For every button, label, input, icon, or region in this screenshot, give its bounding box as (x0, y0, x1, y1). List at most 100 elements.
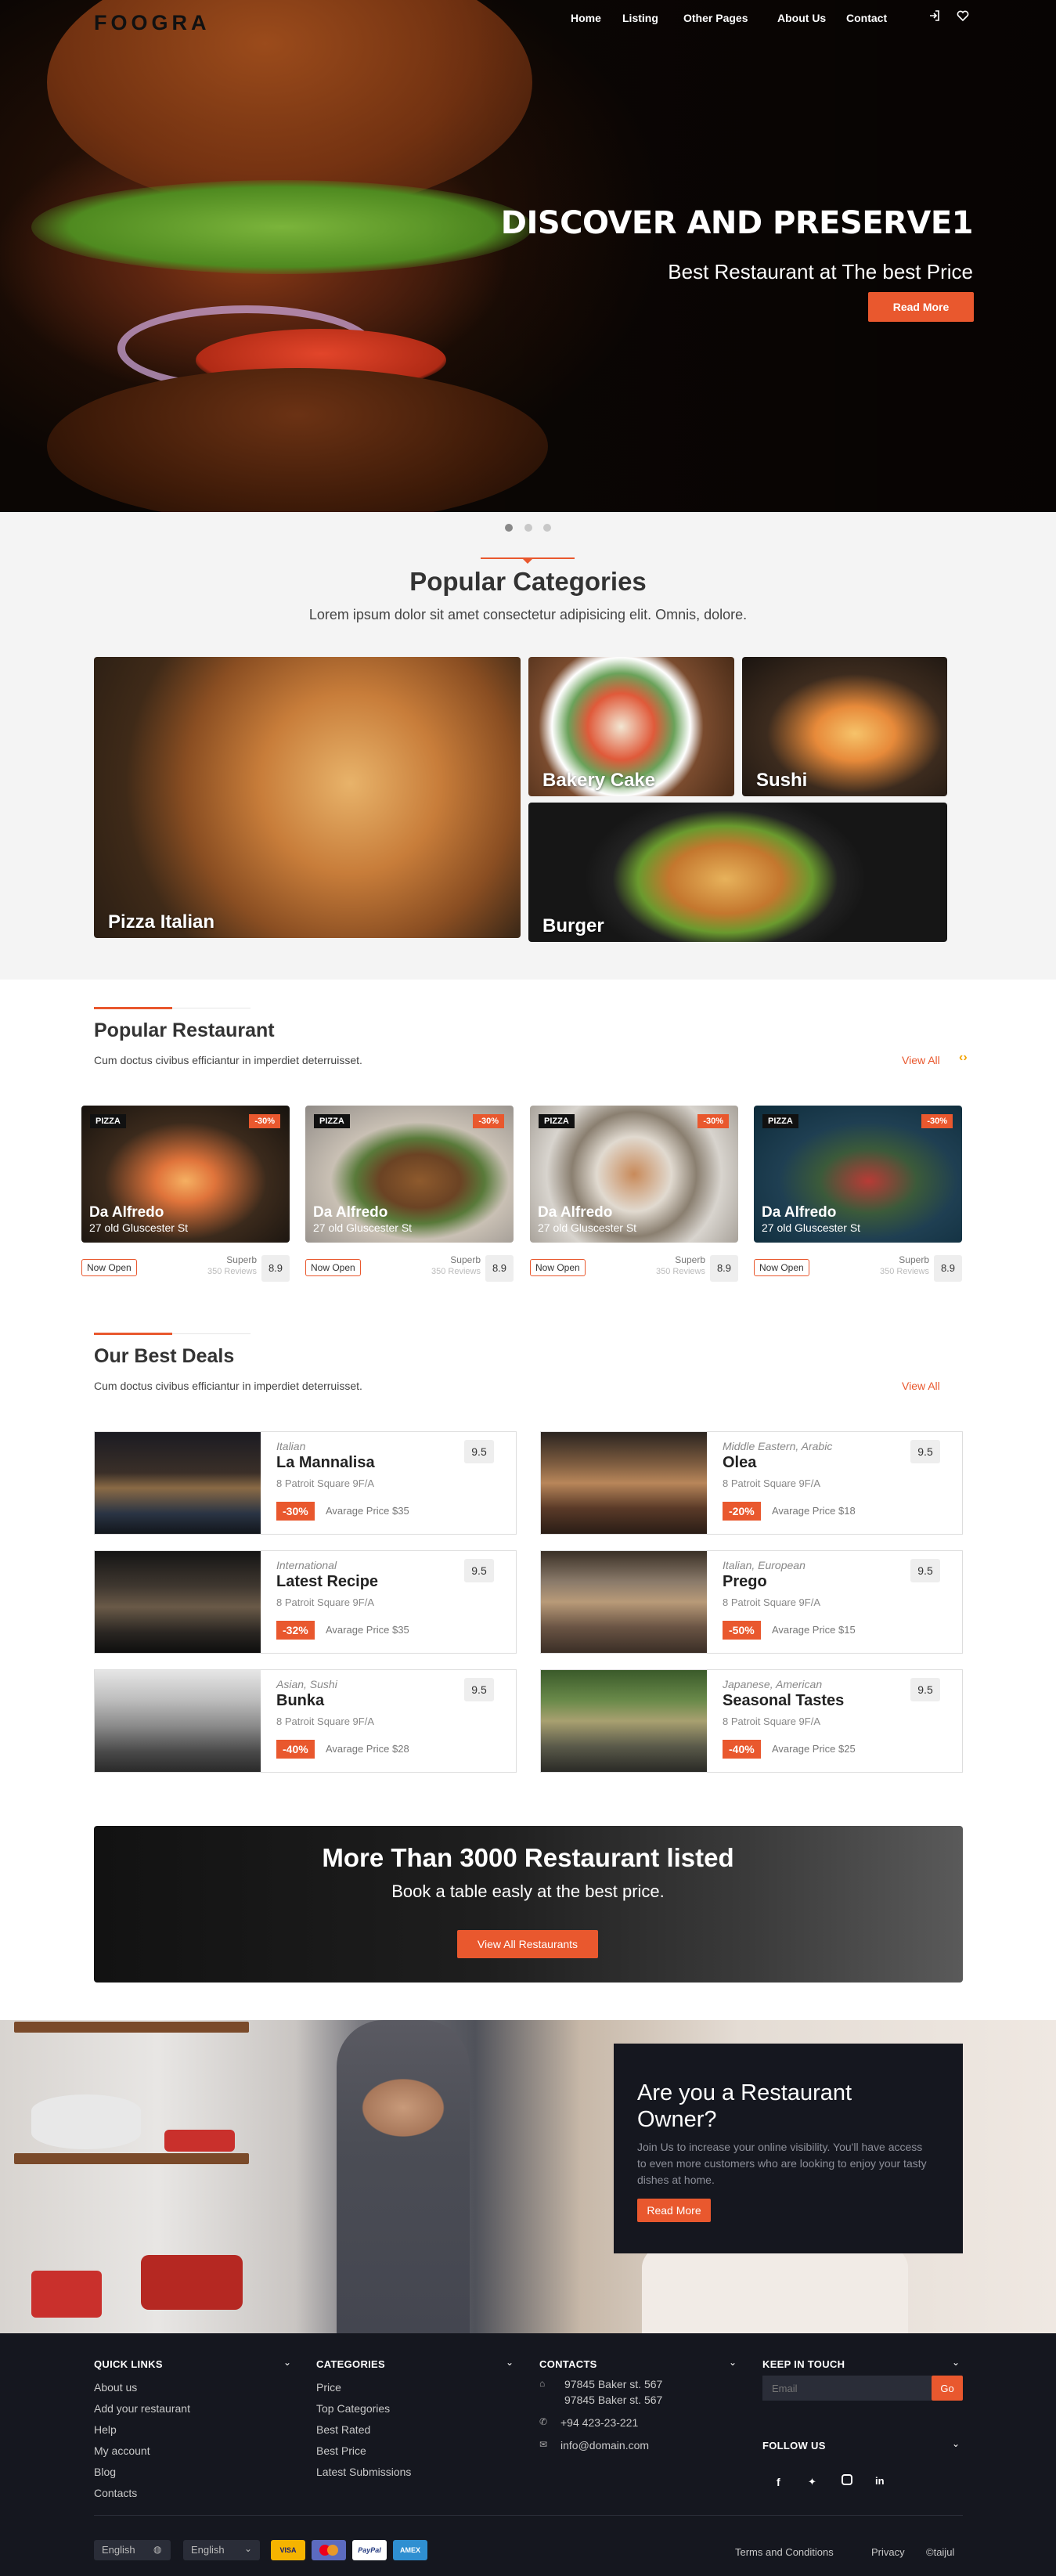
deal-name: Prego (723, 1573, 767, 1590)
category-tag: PIZZA (762, 1114, 798, 1128)
open-status: Now Open (81, 1259, 137, 1276)
chevron-down-icon[interactable]: ⌄ (283, 2357, 291, 2368)
privacy-link[interactable]: Privacy (871, 2546, 905, 2558)
deal-image (95, 1432, 261, 1534)
restaurant-card[interactable]: PIZZA -30% Da Alfredo 27 old Gluscester … (754, 1106, 962, 1286)
restaurant-name: Da Alfredo (313, 1204, 388, 1221)
contact-email[interactable]: info@domain.com (560, 2439, 649, 2452)
hero-read-more-button[interactable]: Read More (868, 292, 974, 322)
deal-card[interactable]: International Latest Recipe 8 Patroit Sq… (94, 1550, 517, 1654)
footer-link-help[interactable]: Help (94, 2423, 117, 2436)
category-label: Bakery Cake (542, 770, 656, 791)
site-logo[interactable]: FOOGRA (94, 11, 211, 35)
deal-average-price: Avarage Price $35 (326, 1624, 409, 1636)
footer-link-top-categories[interactable]: Top Categories (316, 2402, 390, 2415)
deal-name: Latest Recipe (276, 1573, 379, 1590)
footer-categories-title: CATEGORIES (316, 2358, 385, 2370)
category-label: Sushi (756, 770, 808, 791)
deal-address: 8 Patroit Square 9F/A (723, 1596, 821, 1608)
quality-label: Superb (226, 1254, 257, 1265)
wishlist-heart-icon[interactable] (954, 9, 971, 27)
footer-link-add-restaurant[interactable]: Add your restaurant (94, 2402, 190, 2415)
quality-label: Superb (899, 1254, 929, 1265)
restaurant-card[interactable]: PIZZA -30% Da Alfredo 27 old Gluscester … (305, 1106, 514, 1286)
reviews-count: 350 Reviews (207, 1267, 257, 1276)
mastercard-icon (312, 2540, 346, 2560)
deal-image (541, 1432, 707, 1534)
banner-title: More Than 3000 Restaurant listed (322, 1843, 734, 1872)
deal-card[interactable]: Middle Eastern, Arabic Olea 8 Patroit Sq… (540, 1431, 963, 1535)
deal-average-price: Avarage Price $18 (772, 1505, 856, 1517)
discount-badge: -30% (249, 1114, 280, 1128)
popular-view-all-link[interactable]: View All (902, 1054, 940, 1066)
footer-link-about[interactable]: About us (94, 2381, 137, 2394)
restaurant-address: 27 old Gluscester St (762, 1221, 861, 1234)
quality-label: Superb (450, 1254, 481, 1265)
view-all-restaurants-button[interactable]: View All Restaurants (457, 1930, 598, 1958)
instagram-icon[interactable] (842, 2474, 852, 2485)
deal-address: 8 Patroit Square 9F/A (276, 1596, 375, 1608)
nav-contact[interactable]: Contact (846, 12, 887, 24)
nav-listing[interactable]: Listing (622, 12, 658, 24)
globe-icon: ◍ (153, 2544, 162, 2555)
deal-discount-badge: -32% (276, 1621, 315, 1640)
owner-read-more-button[interactable]: Read More (637, 2199, 711, 2222)
open-status: Now Open (530, 1259, 586, 1276)
deal-average-price: Avarage Price $28 (326, 1743, 409, 1755)
newsletter-go-button[interactable]: Go (932, 2376, 963, 2401)
footer-link-best-rated[interactable]: Best Rated (316, 2423, 370, 2436)
nav-about-us[interactable]: About Us (777, 12, 826, 24)
slider-dot-1[interactable] (505, 524, 513, 532)
banner-subtitle: Book a table easly at the best price. (391, 1881, 665, 1901)
deal-discount-badge: -20% (723, 1502, 761, 1521)
owner-card: Are you a Restaurant Owner? Join Us to i… (614, 2044, 963, 2253)
reviews-count: 350 Reviews (431, 1267, 481, 1276)
hero-title: DISCOVER AND PRESERVE1 (500, 205, 974, 241)
category-tag: PIZZA (539, 1114, 575, 1128)
category-tile-bakery-cake[interactable]: Bakery Cake (528, 657, 734, 796)
footer-link-blog[interactable]: Blog (94, 2466, 116, 2478)
restaurant-card[interactable]: PIZZA -30% Da Alfredo 27 old Gluscester … (530, 1106, 738, 1286)
chevron-down-icon[interactable]: ⌄ (729, 2357, 737, 2368)
deal-score-badge: 9.5 (910, 1559, 940, 1582)
footer-link-price[interactable]: Price (316, 2381, 341, 2394)
section-divider (94, 1333, 172, 1335)
footer-link-contacts[interactable]: Contacts (94, 2487, 137, 2499)
nav-home[interactable]: Home (571, 12, 601, 24)
category-label: Pizza Italian (108, 911, 215, 933)
category-tile-pizza-italian[interactable]: Pizza Italian (94, 657, 521, 938)
category-tile-burger[interactable]: Burger (528, 803, 947, 942)
category-tag: PIZZA (90, 1114, 126, 1128)
footer-link-account[interactable]: My account (94, 2444, 150, 2457)
carousel-arrows-icon[interactable]: ‹› (959, 1051, 968, 1065)
deal-average-price: Avarage Price $35 (326, 1505, 409, 1517)
category-label: Burger (542, 915, 604, 936)
footer-link-latest-submissions[interactable]: Latest Submissions (316, 2466, 411, 2478)
deal-card[interactable]: Japanese, American Seasonal Tastes 8 Pat… (540, 1669, 963, 1773)
chevron-down-icon[interactable]: ⌄ (506, 2357, 514, 2368)
category-tile-sushi[interactable]: Sushi (742, 657, 947, 796)
deal-card[interactable]: Asian, Sushi Bunka 8 Patroit Square 9F/A… (94, 1669, 517, 1773)
newsletter-email-input[interactable] (762, 2376, 932, 2401)
footer-link-best-price[interactable]: Best Price (316, 2444, 366, 2457)
restaurant-card[interactable]: PIZZA -30% Da Alfredo 27 old Gluscester … (81, 1106, 290, 1286)
popular-restaurant-subtitle: Cum doctus civibus efficiantur in imperd… (94, 1054, 362, 1066)
deal-discount-badge: -30% (276, 1502, 315, 1521)
deal-card[interactable]: Italian La Mannalisa 8 Patroit Square 9F… (94, 1431, 517, 1535)
linkedin-icon[interactable]: in (875, 2475, 885, 2487)
deal-card[interactable]: Italian, European Prego 8 Patroit Square… (540, 1550, 963, 1654)
chevron-down-icon[interactable]: ⌄ (952, 2438, 960, 2449)
language-select[interactable]: English ◍ (94, 2540, 171, 2560)
deal-cuisine: Italian (276, 1440, 306, 1452)
nav-other-pages[interactable]: Other Pages (683, 12, 748, 24)
language-select-2[interactable]: English ⌄ (183, 2540, 260, 2560)
terms-link[interactable]: Terms and Conditions (735, 2546, 834, 2558)
slider-dot-2[interactable] (524, 524, 532, 532)
deal-address: 8 Patroit Square 9F/A (276, 1477, 375, 1489)
deals-view-all-link[interactable]: View All (902, 1380, 940, 1392)
twitter-icon[interactable]: ✦ (808, 2476, 816, 2488)
facebook-icon[interactable]: f (777, 2476, 780, 2488)
slider-dot-3[interactable] (543, 524, 551, 532)
chevron-down-icon[interactable]: ⌄ (952, 2357, 960, 2368)
login-icon[interactable] (926, 9, 943, 27)
